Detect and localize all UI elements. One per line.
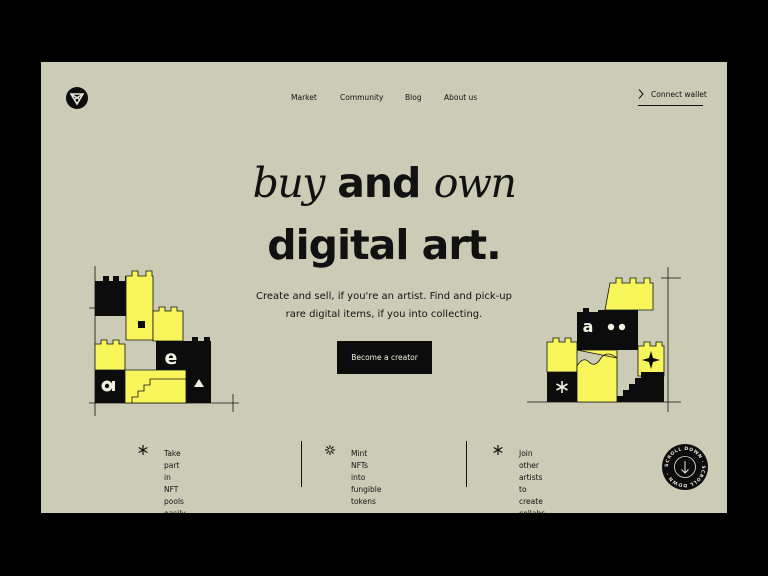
block-yellow-top [604, 277, 654, 311]
asterisk-icon [493, 445, 503, 455]
main-nav: Market Community Blog About us [41, 93, 727, 107]
block-black-right [186, 337, 211, 403]
nav-item-community[interactable]: Community [340, 93, 383, 102]
scroll-down-badge[interactable]: SCROLL DOWN · SCROLL DOWN · [662, 444, 708, 490]
nav-item-market[interactable]: Market [291, 93, 317, 102]
connect-wallet-label: Connect wallet [651, 90, 707, 99]
block-square-icon [138, 321, 145, 328]
features-row: Take part in NFT pools easily Mint NFTs … [41, 437, 727, 513]
feature-line: Join other artists to [519, 449, 543, 494]
hero-title-line1: buy and own [41, 163, 727, 204]
nav-item-blog[interactable]: Blog [405, 93, 422, 102]
connect-wallet-button[interactable]: Connect wallet [638, 89, 707, 106]
feature-divider [301, 441, 302, 487]
block-yellow-right [152, 306, 184, 342]
feature-text-pools: Take part in NFT pools easily [164, 448, 186, 513]
block-letter-a-text: a [583, 317, 594, 336]
hero-title-line2: digital art. [267, 221, 501, 269]
landing-page: Market Community Blog About us Connect w… [41, 62, 727, 513]
block-illustration-left: e [89, 266, 239, 416]
block-black-top [95, 276, 126, 316]
feature-divider [466, 441, 467, 487]
block-yellow-wave [576, 349, 618, 403]
block-yellow-left [546, 337, 578, 373]
block-illustration-right: a [527, 267, 681, 412]
feature-text-mint: Mint NFTs into fungible tokens [351, 448, 381, 508]
asterisk-icon [138, 445, 148, 455]
hero-word-and: and [337, 159, 421, 207]
hero-word-buy: buy [252, 159, 326, 207]
feature-line: easily [164, 508, 186, 513]
feature-line: Mint NFTs into [351, 449, 369, 482]
hero-word-own: own [433, 159, 517, 207]
block-black-stairs [617, 372, 664, 402]
feature-text-collabs: Join other artists to create collabs [519, 448, 545, 513]
block-yellow-tall [125, 270, 154, 341]
nav-item-about-us[interactable]: About us [444, 93, 477, 102]
feature-line: Take part in NFT pools [164, 449, 184, 506]
block-dots [598, 310, 638, 350]
become-creator-button[interactable]: Become a creator [337, 341, 432, 374]
sparkle-asterisk-icon [325, 445, 335, 455]
block-yellow-left-mid [94, 339, 126, 371]
chevron-right-icon [638, 89, 644, 99]
block-letter-e-text: e [165, 347, 178, 369]
feature-line: fungible tokens [351, 485, 382, 506]
feature-line: create collabs [519, 497, 545, 513]
